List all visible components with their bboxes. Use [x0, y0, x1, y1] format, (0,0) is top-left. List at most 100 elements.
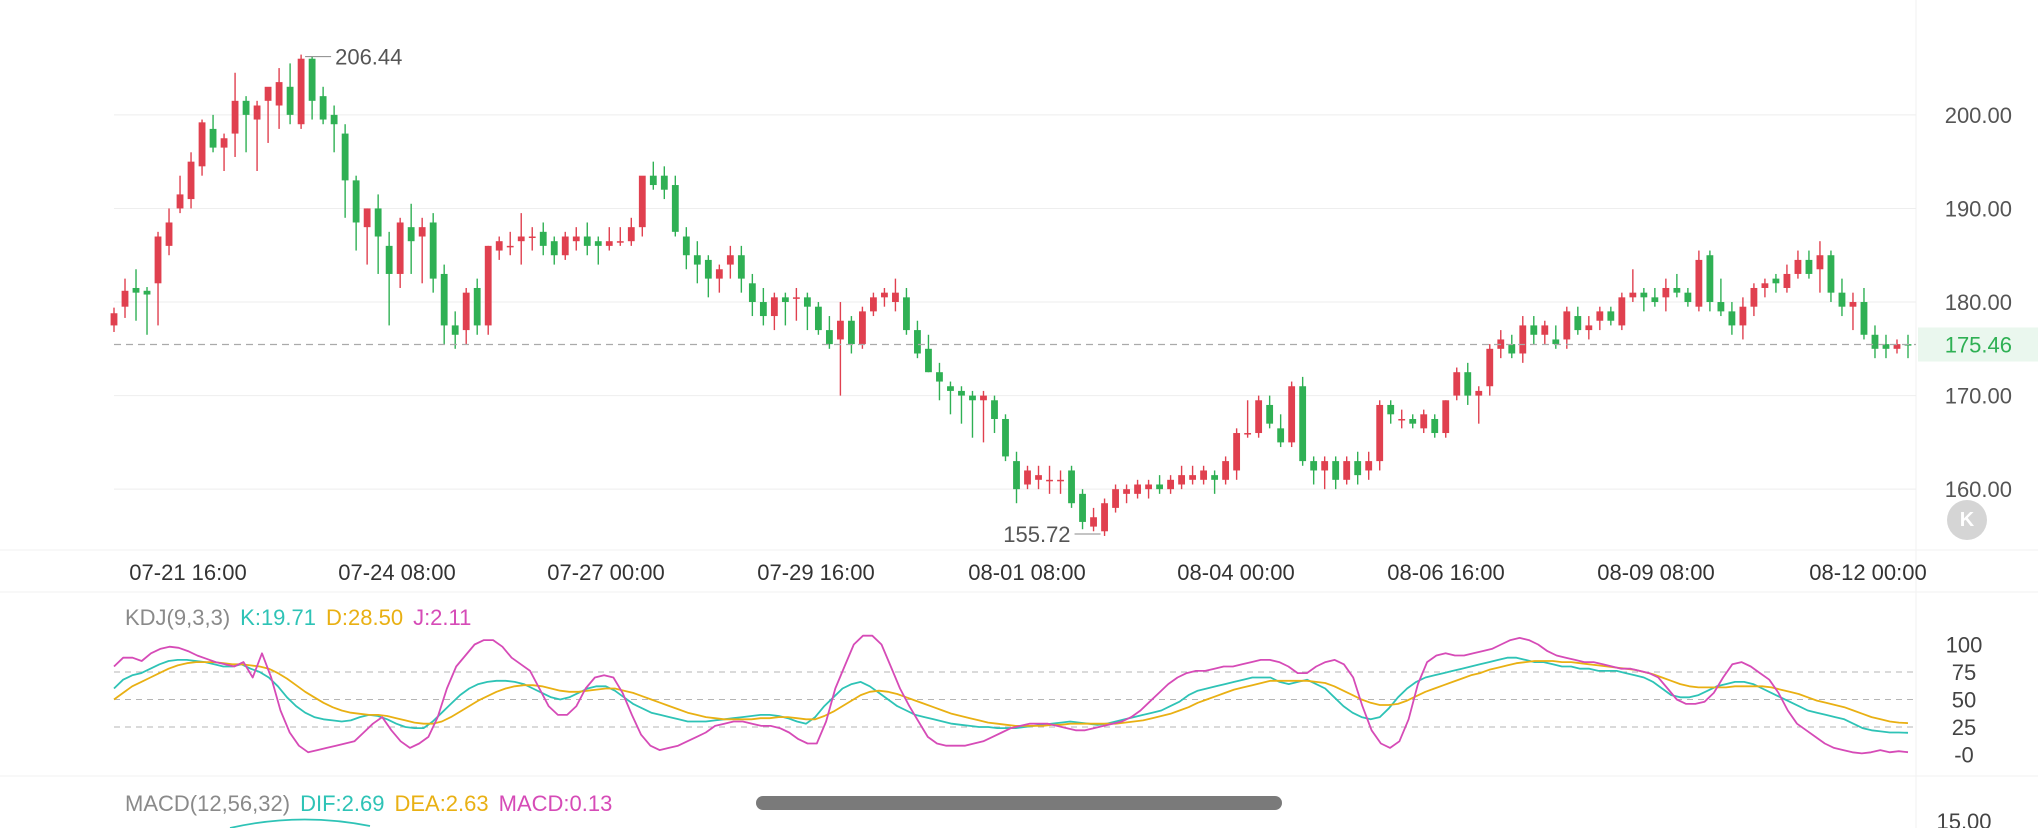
candle-body — [947, 386, 954, 391]
candle-body — [980, 395, 987, 401]
candle-body — [176, 194, 184, 209]
candle-body — [1068, 470, 1075, 504]
candle-body — [220, 138, 228, 148]
horizontal-scrollbar[interactable] — [756, 796, 1282, 810]
candle-body — [1475, 390, 1483, 396]
high-price-label: 206.44 — [335, 45, 402, 70]
candle-body — [1607, 311, 1615, 321]
candle-body — [1332, 461, 1340, 480]
candle-body — [825, 330, 833, 345]
candle-body — [275, 82, 283, 106]
candle-body — [1662, 287, 1670, 298]
candle-body — [1717, 302, 1725, 312]
macd-dif-value: DIF:2.69 — [300, 791, 385, 816]
candle-body — [539, 231, 547, 246]
time-axis-label: 07-29 16:00 — [757, 560, 874, 585]
candle-body — [1596, 311, 1604, 321]
price-tick-label: 180.00 — [1945, 290, 2012, 315]
candle-body — [1409, 418, 1417, 424]
candle-body — [1486, 348, 1494, 387]
candle-body — [1233, 433, 1241, 471]
candle-body — [1365, 461, 1373, 471]
candle-body — [1277, 428, 1285, 443]
candle-body — [1508, 344, 1516, 354]
candle-body — [1387, 404, 1395, 415]
candle-body — [429, 222, 437, 279]
candle-body — [991, 400, 998, 419]
candle-body — [759, 302, 767, 317]
time-axis-label: 07-27 00:00 — [547, 560, 664, 585]
candle-body — [792, 297, 800, 299]
candle-body — [506, 245, 514, 248]
candle-body — [1871, 334, 1879, 349]
kdj-series-k — [113, 656, 1909, 734]
kdj-tick-label: 50 — [1952, 688, 1976, 713]
candle-body — [682, 236, 690, 256]
macd-dif-line — [229, 818, 371, 829]
candle-body — [1838, 292, 1846, 307]
candle-body — [1090, 517, 1097, 527]
kdj-title: KDJ(9,3,3) — [125, 605, 231, 630]
candle-body — [726, 255, 734, 265]
candle-body — [1002, 418, 1009, 457]
candle-body — [440, 273, 448, 326]
candle-body — [1442, 400, 1450, 434]
price-tick-label: 170.00 — [1945, 384, 2012, 409]
candle-body — [1354, 461, 1362, 476]
k-line-button[interactable]: K — [1947, 500, 1987, 540]
candle-body — [1046, 479, 1053, 482]
candle-body — [385, 245, 393, 274]
candle-body — [319, 96, 327, 120]
kdj-tick-label: 75 — [1952, 660, 1976, 685]
candle-body — [396, 222, 404, 274]
candle-body — [1211, 475, 1219, 480]
candle-body — [881, 292, 888, 298]
candle-body — [1024, 470, 1031, 485]
candle-body — [1288, 386, 1296, 443]
candle-body — [616, 241, 624, 243]
candle-body — [1618, 297, 1626, 326]
candle-body — [814, 306, 822, 331]
candle-body — [925, 348, 932, 373]
price-tick-label: 200.00 — [1945, 103, 2012, 128]
candle-body — [1805, 259, 1813, 274]
candle-body — [374, 208, 382, 237]
candle-body — [1640, 292, 1648, 298]
price-tick-label: 190.00 — [1945, 196, 2012, 221]
candle-body — [715, 269, 723, 279]
chart-stage[interactable]: 200.00 190.00 180.00 170.00 160.00 206.44 155.… — [0, 0, 2038, 833]
kdj-series-j — [113, 634, 1909, 755]
candle-body — [1343, 461, 1351, 480]
candle-body — [1519, 325, 1527, 354]
candle-body — [748, 283, 756, 303]
candle-body — [363, 208, 371, 228]
candlestick-chart[interactable]: 200.00 190.00 180.00 170.00 160.00 206.44 155.… — [0, 0, 2038, 833]
k-button-label: K — [1959, 508, 1975, 531]
candle-body — [1156, 484, 1163, 490]
candle-body — [1123, 489, 1130, 494]
candle-body — [484, 245, 492, 326]
candle-body — [1651, 297, 1659, 303]
candle-body — [1629, 292, 1637, 298]
candle-body — [561, 236, 569, 256]
candle-body — [572, 236, 580, 242]
macd-value: MACD:0.13 — [498, 791, 613, 816]
candle-body — [110, 313, 118, 326]
candle-body — [1574, 316, 1582, 331]
candle-body — [1101, 503, 1108, 532]
candle-body — [836, 320, 844, 340]
candle-body — [870, 297, 877, 312]
candle-body — [1541, 325, 1549, 335]
candle-body — [1772, 278, 1780, 284]
candle-body — [264, 86, 272, 101]
candle-body — [737, 255, 745, 279]
candle-body — [253, 105, 261, 120]
candle-body — [352, 180, 360, 223]
candle-body — [165, 222, 173, 246]
candle-body — [1057, 479, 1064, 482]
candle-body — [1695, 259, 1703, 307]
candle-body — [594, 241, 602, 246]
candle-body — [1420, 414, 1428, 429]
candle-body — [1816, 255, 1824, 270]
candle-body — [330, 114, 338, 125]
